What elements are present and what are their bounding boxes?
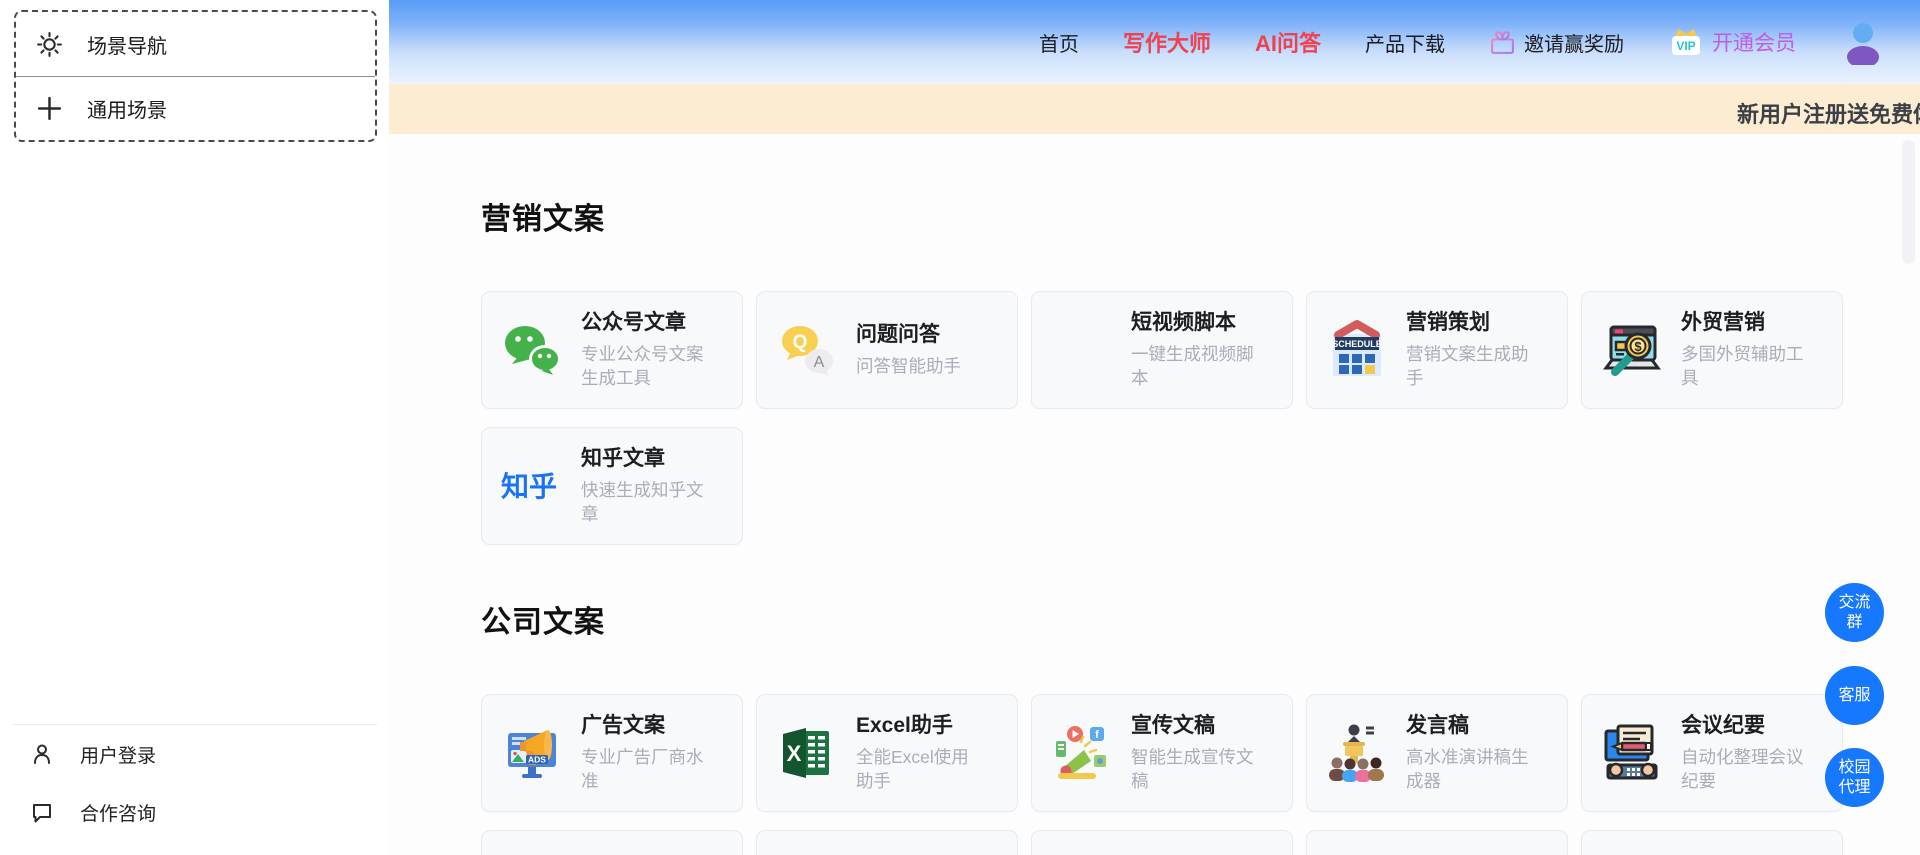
section-title: 公司文案 [481, 606, 605, 639]
nav-vip-label: 开通会员 [1712, 32, 1796, 55]
sidebar-footer: 用户登录 合作咨询 [0, 724, 389, 841]
svg-text:SCHEDULE: SCHEDULE [1332, 339, 1382, 349]
card-title: 公众号文章 [581, 310, 686, 334]
nav-invite-label: 邀请赢奖励 [1524, 33, 1624, 56]
card-grid: ADS 广告文案专业广告厂商水准 X Excel助手全能Excel使用助手 f … [481, 694, 1920, 855]
card-title: 发言稿 [1406, 713, 1469, 737]
card-title: 广告文案 [581, 713, 665, 737]
vip-icon: VIP [1672, 29, 1700, 55]
card-title: 会议纪要 [1681, 713, 1765, 737]
svg-text:VIP: VIP [1676, 39, 1695, 53]
svg-text:Q: Q [793, 332, 808, 353]
ads-icon: ADS [500, 721, 564, 785]
meeting-icon [1600, 721, 1664, 785]
card-desc: 全能Excel使用助手 [856, 746, 969, 792]
scene-nav-box: 场景导航 通用场景 [14, 10, 377, 142]
sidebar-item-label: 通用场景 [87, 100, 167, 122]
tool-card[interactable]: 知乎 知乎文章快速生成知乎文章 [481, 427, 743, 545]
svg-text:ADS: ADS [528, 755, 546, 765]
card-desc: 高水准演讲稿生成器 [1406, 746, 1529, 792]
card-desc: 智能生成宣传文稿 [1131, 746, 1254, 792]
sidebar-item-label: 合作咨询 [80, 803, 157, 825]
sidebar-item-label: 场景导航 [87, 35, 167, 58]
card-desc: 自动化整理会议纪要 [1681, 746, 1804, 792]
float-button-customer-service[interactable]: 客服 [1825, 666, 1884, 725]
tool-card[interactable]: 发言稿高水准演讲稿生成器 [1306, 694, 1568, 812]
svg-text:f: f [1095, 729, 1099, 741]
float-button-group-chat[interactable]: 交流 群 [1825, 583, 1884, 642]
user-icon [34, 744, 50, 764]
tool-card[interactable]: 活动方案活动组织智能 [481, 830, 743, 855]
float-button-campus-agent[interactable]: 校园 代理 [1825, 748, 1884, 807]
card-desc: 一键生成视频脚本 [1131, 343, 1254, 389]
sidebar-item-general-scene[interactable]: 通用场景 [16, 76, 375, 140]
promo-banner: 新用户注册送免费体验 [389, 84, 1920, 134]
zhihu-icon: 知乎 [500, 454, 564, 518]
sidebar-item-cooperation[interactable]: 合作咨询 [0, 783, 389, 841]
scrollbar-thumb[interactable] [1902, 140, 1915, 264]
tool-card[interactable]: ADS 广告文案专业广告厂商水准 [481, 694, 743, 812]
speech-icon [1325, 721, 1389, 785]
nav-open-vip[interactable]: VIP 开通会员 [1668, 25, 1796, 59]
card-desc: 问答智能助手 [856, 356, 961, 377]
tool-card[interactable]: $ 外贸营销多国外贸辅助工具 [1581, 291, 1843, 409]
card-desc: 专业广告厂商水准 [581, 746, 704, 792]
nav-writing-master[interactable]: 写作大师 [1123, 26, 1211, 58]
tool-card[interactable]: X Excel助手全能Excel使用助手 [756, 694, 1018, 812]
trade-icon: $ [1600, 318, 1664, 382]
sidebar-item-user-login[interactable]: 用户登录 [0, 725, 389, 783]
card-title: 问题问答 [856, 322, 940, 346]
tool-card[interactable]: 谈话总结总结摘要谈话 [1306, 830, 1568, 855]
schedule-icon: SCHEDULE [1325, 318, 1389, 382]
tool-card[interactable]: 公司通知一键生成公司 [1031, 830, 1293, 855]
card-grid: 公众号文章专业公众号文案生成工具 Q A 问题问答问答智能助手 ♪ 短视频脚本一… [481, 291, 1920, 545]
qa-icon: Q A [775, 318, 839, 382]
gift-icon [1491, 30, 1514, 54]
card-desc: 多国外贸辅助工具 [1681, 343, 1804, 389]
nav-invite-rewards[interactable]: 邀请赢奖励 [1489, 28, 1624, 57]
top-navbar: 首页 写作大师 AI问答 产品下载 邀请赢奖励 VIP 开通会员 [389, 0, 1920, 84]
card-title: 营销策划 [1406, 310, 1490, 334]
card-desc: 快速生成知乎文章 [581, 479, 704, 525]
chat-icon [33, 804, 51, 823]
nav-ai-qa[interactable]: AI问答 [1255, 26, 1321, 58]
tool-card[interactable]: Q A 问题问答问答智能助手 [756, 291, 1018, 409]
svg-text:A: A [814, 354, 825, 371]
svg-text:X: X [787, 741, 802, 766]
tool-card[interactable]: f 宣传文稿智能生成宣传文稿 [1031, 694, 1293, 812]
card-title: 短视频脚本 [1131, 310, 1236, 334]
card-title: 知乎文章 [581, 446, 665, 470]
svg-text:知乎: 知乎 [501, 470, 557, 502]
card-title: Excel助手 [856, 713, 953, 737]
nav-home[interactable]: 首页 [1039, 28, 1079, 57]
card-title: 外贸营销 [1681, 310, 1765, 334]
sidebar-item-label: 用户登录 [80, 745, 157, 767]
tool-card[interactable]: 1 2 工作总结智能汇总工作 [756, 830, 1018, 855]
tool-card[interactable]: 会议纪要自动化整理会议纪要 [1581, 694, 1843, 812]
sun-icon [37, 31, 62, 57]
promo-icon: f [1050, 721, 1114, 785]
sidebar-item-scene-nav[interactable]: 场景导航 [16, 12, 375, 76]
tool-card[interactable]: 公司介绍智能生成公司 [1581, 830, 1843, 855]
tool-card[interactable]: ♪ 短视频脚本一键生成视频脚本 [1031, 291, 1293, 409]
tool-card[interactable]: SCHEDULE 营销策划营销文案生成助手 [1306, 291, 1568, 409]
card-desc: 专业公众号文案生成工具 [581, 343, 704, 389]
excel-icon: X [775, 721, 839, 785]
wechat-icon [500, 318, 564, 382]
sidebar: 场景导航 通用场景 用户登录 合作咨询 [0, 0, 389, 855]
section-title: 营销文案 [481, 203, 605, 236]
nav-product-download[interactable]: 产品下载 [1365, 28, 1445, 57]
card-desc: 营销文案生成助手 [1406, 343, 1529, 389]
svg-text:$: $ [1634, 339, 1642, 354]
main-content: 营销文案 公众号文章专业公众号文案生成工具 Q A 问题问答问答智能助手 ♪ 短… [389, 134, 1920, 855]
svg-text:♪: ♪ [1054, 318, 1085, 382]
promo-banner-text: 新用户注册送免费体验 [1737, 102, 1920, 127]
tool-card[interactable]: 公众号文章专业公众号文案生成工具 [481, 291, 743, 409]
tiktok-icon: ♪ [1050, 318, 1114, 382]
plus-icon [37, 96, 62, 121]
card-title: 宣传文稿 [1131, 713, 1215, 737]
avatar[interactable] [1840, 19, 1886, 65]
